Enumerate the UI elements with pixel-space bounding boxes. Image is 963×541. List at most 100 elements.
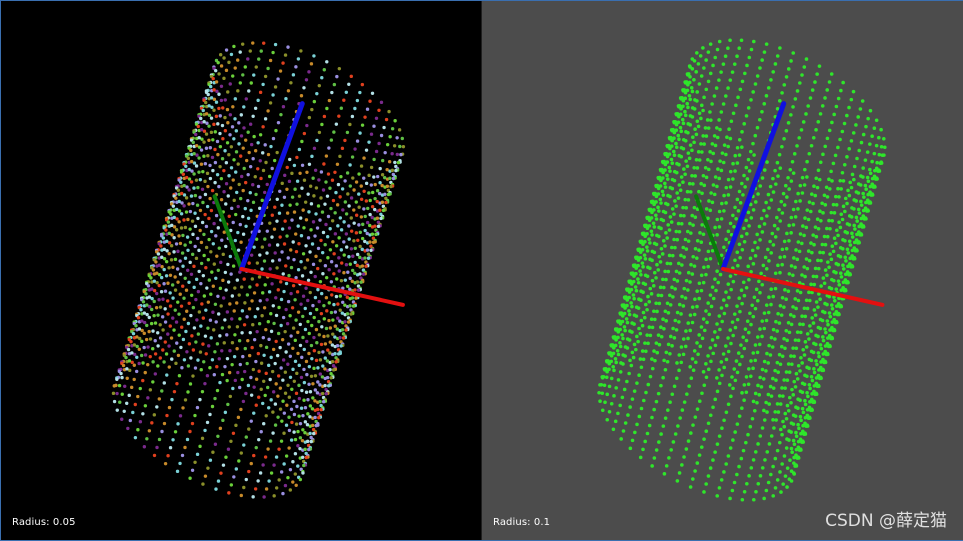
cloud-point xyxy=(868,171,873,176)
cloud-point xyxy=(641,447,645,452)
cloud-point xyxy=(702,383,707,388)
cloud-point xyxy=(258,253,262,257)
cloud-point xyxy=(767,402,772,406)
cloud-point xyxy=(713,143,718,148)
cloud-point xyxy=(151,347,155,351)
cloud-point xyxy=(257,395,261,399)
cloud-point xyxy=(794,306,798,311)
cloud-point xyxy=(167,344,171,348)
cloud-point xyxy=(671,149,676,154)
cloud-point xyxy=(363,239,367,244)
cloud-point xyxy=(182,218,186,222)
cloud-point xyxy=(784,297,788,301)
cloud-point xyxy=(778,427,783,432)
cloud-point xyxy=(681,245,686,250)
cloud-point xyxy=(699,240,704,244)
cloud-point xyxy=(746,157,751,162)
cloud-point xyxy=(227,325,231,329)
cloud-point xyxy=(852,198,857,202)
cloud-point xyxy=(230,362,234,367)
cloud-point xyxy=(717,209,722,214)
cloud-point xyxy=(814,376,819,380)
right-viewport[interactable]: Radius: 0.1 xyxy=(482,1,963,540)
right-point-cloud-canvas[interactable] xyxy=(482,1,963,540)
cloud-point xyxy=(248,164,253,169)
cloud-point xyxy=(217,357,221,361)
left-viewport[interactable]: Radius: 0.05 xyxy=(1,1,482,540)
cloud-point xyxy=(263,190,267,195)
cloud-point xyxy=(691,423,695,427)
cloud-point xyxy=(352,221,356,225)
cloud-point xyxy=(165,239,169,244)
cloud-point xyxy=(234,170,238,174)
cloud-point xyxy=(692,165,697,170)
cloud-point xyxy=(315,226,320,230)
cloud-point xyxy=(312,315,316,320)
cloud-point xyxy=(807,337,811,341)
cloud-point xyxy=(823,96,827,100)
cloud-point xyxy=(305,439,310,444)
cloud-point xyxy=(703,126,708,130)
cloud-point xyxy=(147,429,152,433)
cloud-point xyxy=(733,325,738,330)
cloud-point xyxy=(222,168,226,173)
cloud-point xyxy=(652,309,656,314)
cloud-point xyxy=(695,119,700,124)
cloud-point xyxy=(836,96,841,101)
cloud-point xyxy=(762,222,767,226)
cloud-point xyxy=(220,326,225,330)
cloud-point xyxy=(821,309,825,314)
cloud-point xyxy=(311,262,316,267)
cloud-point xyxy=(640,261,645,265)
cloud-point xyxy=(344,90,349,94)
cloud-point xyxy=(310,407,315,411)
cloud-point xyxy=(174,361,178,366)
cloud-point xyxy=(732,62,737,66)
cloud-point xyxy=(347,82,351,86)
cloud-point xyxy=(203,212,207,217)
cloud-point xyxy=(398,144,402,149)
cloud-point xyxy=(732,312,737,316)
cloud-point xyxy=(156,331,160,335)
cloud-point xyxy=(764,318,769,323)
cloud-point xyxy=(297,383,301,388)
cloud-point xyxy=(789,354,793,358)
cloud-point xyxy=(269,398,273,402)
cloud-point xyxy=(737,464,741,469)
cloud-point xyxy=(259,49,263,53)
cloud-point xyxy=(219,471,223,475)
cloud-point xyxy=(693,297,697,301)
left-point-cloud-canvas[interactable] xyxy=(1,1,481,540)
cloud-point xyxy=(674,376,679,381)
cloud-point xyxy=(641,242,645,246)
cloud-point xyxy=(704,175,709,180)
cloud-point xyxy=(359,280,363,284)
cloud-point xyxy=(819,360,823,364)
cloud-point xyxy=(228,82,232,86)
cloud-point xyxy=(834,241,838,246)
cloud-point xyxy=(866,192,870,197)
cloud-point xyxy=(821,335,825,339)
cloud-point xyxy=(370,232,375,236)
cloud-point xyxy=(312,194,316,198)
cloud-point xyxy=(296,351,300,356)
cloud-point xyxy=(177,333,181,337)
cloud-point xyxy=(729,341,733,346)
cloud-point xyxy=(287,395,292,399)
cloud-point xyxy=(841,204,846,209)
cloud-point xyxy=(235,325,240,329)
cloud-point xyxy=(181,337,186,342)
cloud-point xyxy=(637,297,641,301)
cloud-point xyxy=(681,352,686,357)
cloud-point xyxy=(226,280,231,284)
cloud-point xyxy=(171,265,175,270)
cloud-point xyxy=(654,217,659,221)
cloud-point xyxy=(309,202,314,206)
cloud-point xyxy=(199,281,203,286)
cloud-point xyxy=(195,405,200,410)
cloud-point xyxy=(247,307,252,311)
cloud-point xyxy=(850,206,854,210)
cloud-point xyxy=(131,410,135,415)
cloud-point xyxy=(153,321,158,325)
cloud-point xyxy=(313,234,317,238)
